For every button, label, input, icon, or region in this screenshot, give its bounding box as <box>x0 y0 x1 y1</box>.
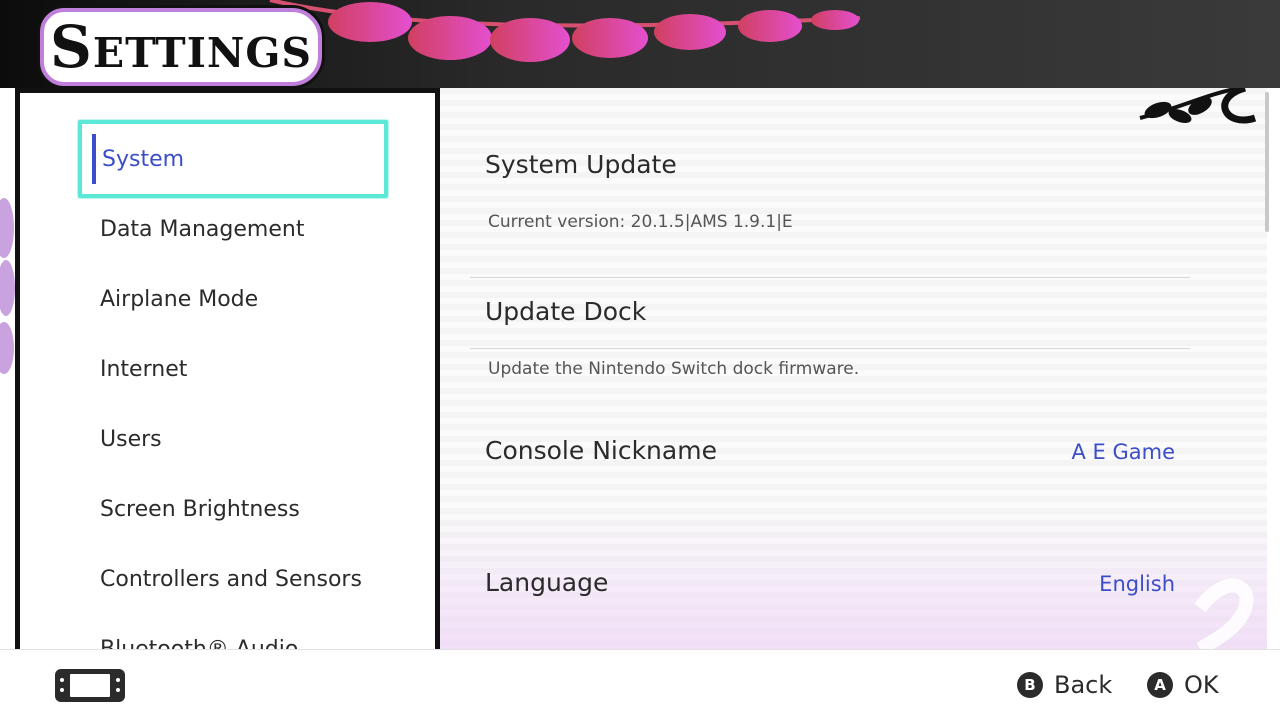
sidebar-item-label: Internet <box>100 356 188 382</box>
sidebar-item-label: Screen Brightness <box>100 496 300 522</box>
settings-content-panel: System Update Current version: 20.1.5|AM… <box>440 88 1267 649</box>
console-nickname-item[interactable]: Console Nickname <box>485 436 717 465</box>
update-dock-description: Update the Nintendo Switch dock firmware… <box>488 359 860 379</box>
language-value: English <box>1099 572 1175 596</box>
page-title: Settings <box>50 13 312 81</box>
b-button-icon: B <box>1017 672 1043 698</box>
settings-sidebar: System Data Management Airplane Mode Int… <box>15 88 440 649</box>
console-nickname-value: A E Game <box>1071 440 1175 464</box>
sidebar-item-label: Controllers and Sensors <box>100 566 362 592</box>
sidebar-item-airplane-mode[interactable]: Airplane Mode <box>100 279 258 319</box>
a-button-icon: A <box>1147 672 1173 698</box>
divider <box>470 277 1190 278</box>
back-button[interactable]: B Back <box>1017 670 1112 700</box>
system-update-item[interactable]: System Update <box>485 150 677 179</box>
ok-button[interactable]: A OK <box>1147 670 1219 700</box>
update-dock-item[interactable]: Update Dock <box>485 297 646 326</box>
sidebar-item-label: Bluetooth® Audio <box>100 636 299 650</box>
sidebar-item-label: Airplane Mode <box>100 286 259 312</box>
footer-bar: B Back A OK <box>0 649 1280 720</box>
sidebar-item-bluetooth-audio[interactable]: Bluetooth® Audio <box>100 629 299 650</box>
sidebar-item-users[interactable]: Users <box>100 419 162 459</box>
sidebar-item-data-management[interactable]: Data Management <box>100 209 304 249</box>
handheld-console-icon <box>55 669 125 702</box>
current-version-text: Current version: 20.1.5|AMS 1.9.1|E <box>488 212 793 232</box>
sidebar-item-system[interactable]: System <box>78 120 388 198</box>
language-item[interactable]: Language <box>485 568 608 597</box>
sidebar-item-label: Users <box>100 426 162 452</box>
content-scrollbar[interactable] <box>1265 92 1269 232</box>
sidebar-item-controllers-and-sensors[interactable]: Controllers and Sensors <box>100 559 362 599</box>
divider <box>470 348 1190 349</box>
sidebar-item-screen-brightness[interactable]: Screen Brightness <box>100 489 300 529</box>
sidebar-item-label: Data Management <box>100 216 305 242</box>
settings-title-plate: Settings <box>40 8 322 86</box>
sidebar-item-label: System <box>102 146 185 172</box>
back-label: Back <box>1054 671 1113 699</box>
ok-label: OK <box>1184 671 1219 699</box>
sidebar-item-internet[interactable]: Internet <box>100 349 187 389</box>
header-bar: Settings <box>0 0 1280 88</box>
